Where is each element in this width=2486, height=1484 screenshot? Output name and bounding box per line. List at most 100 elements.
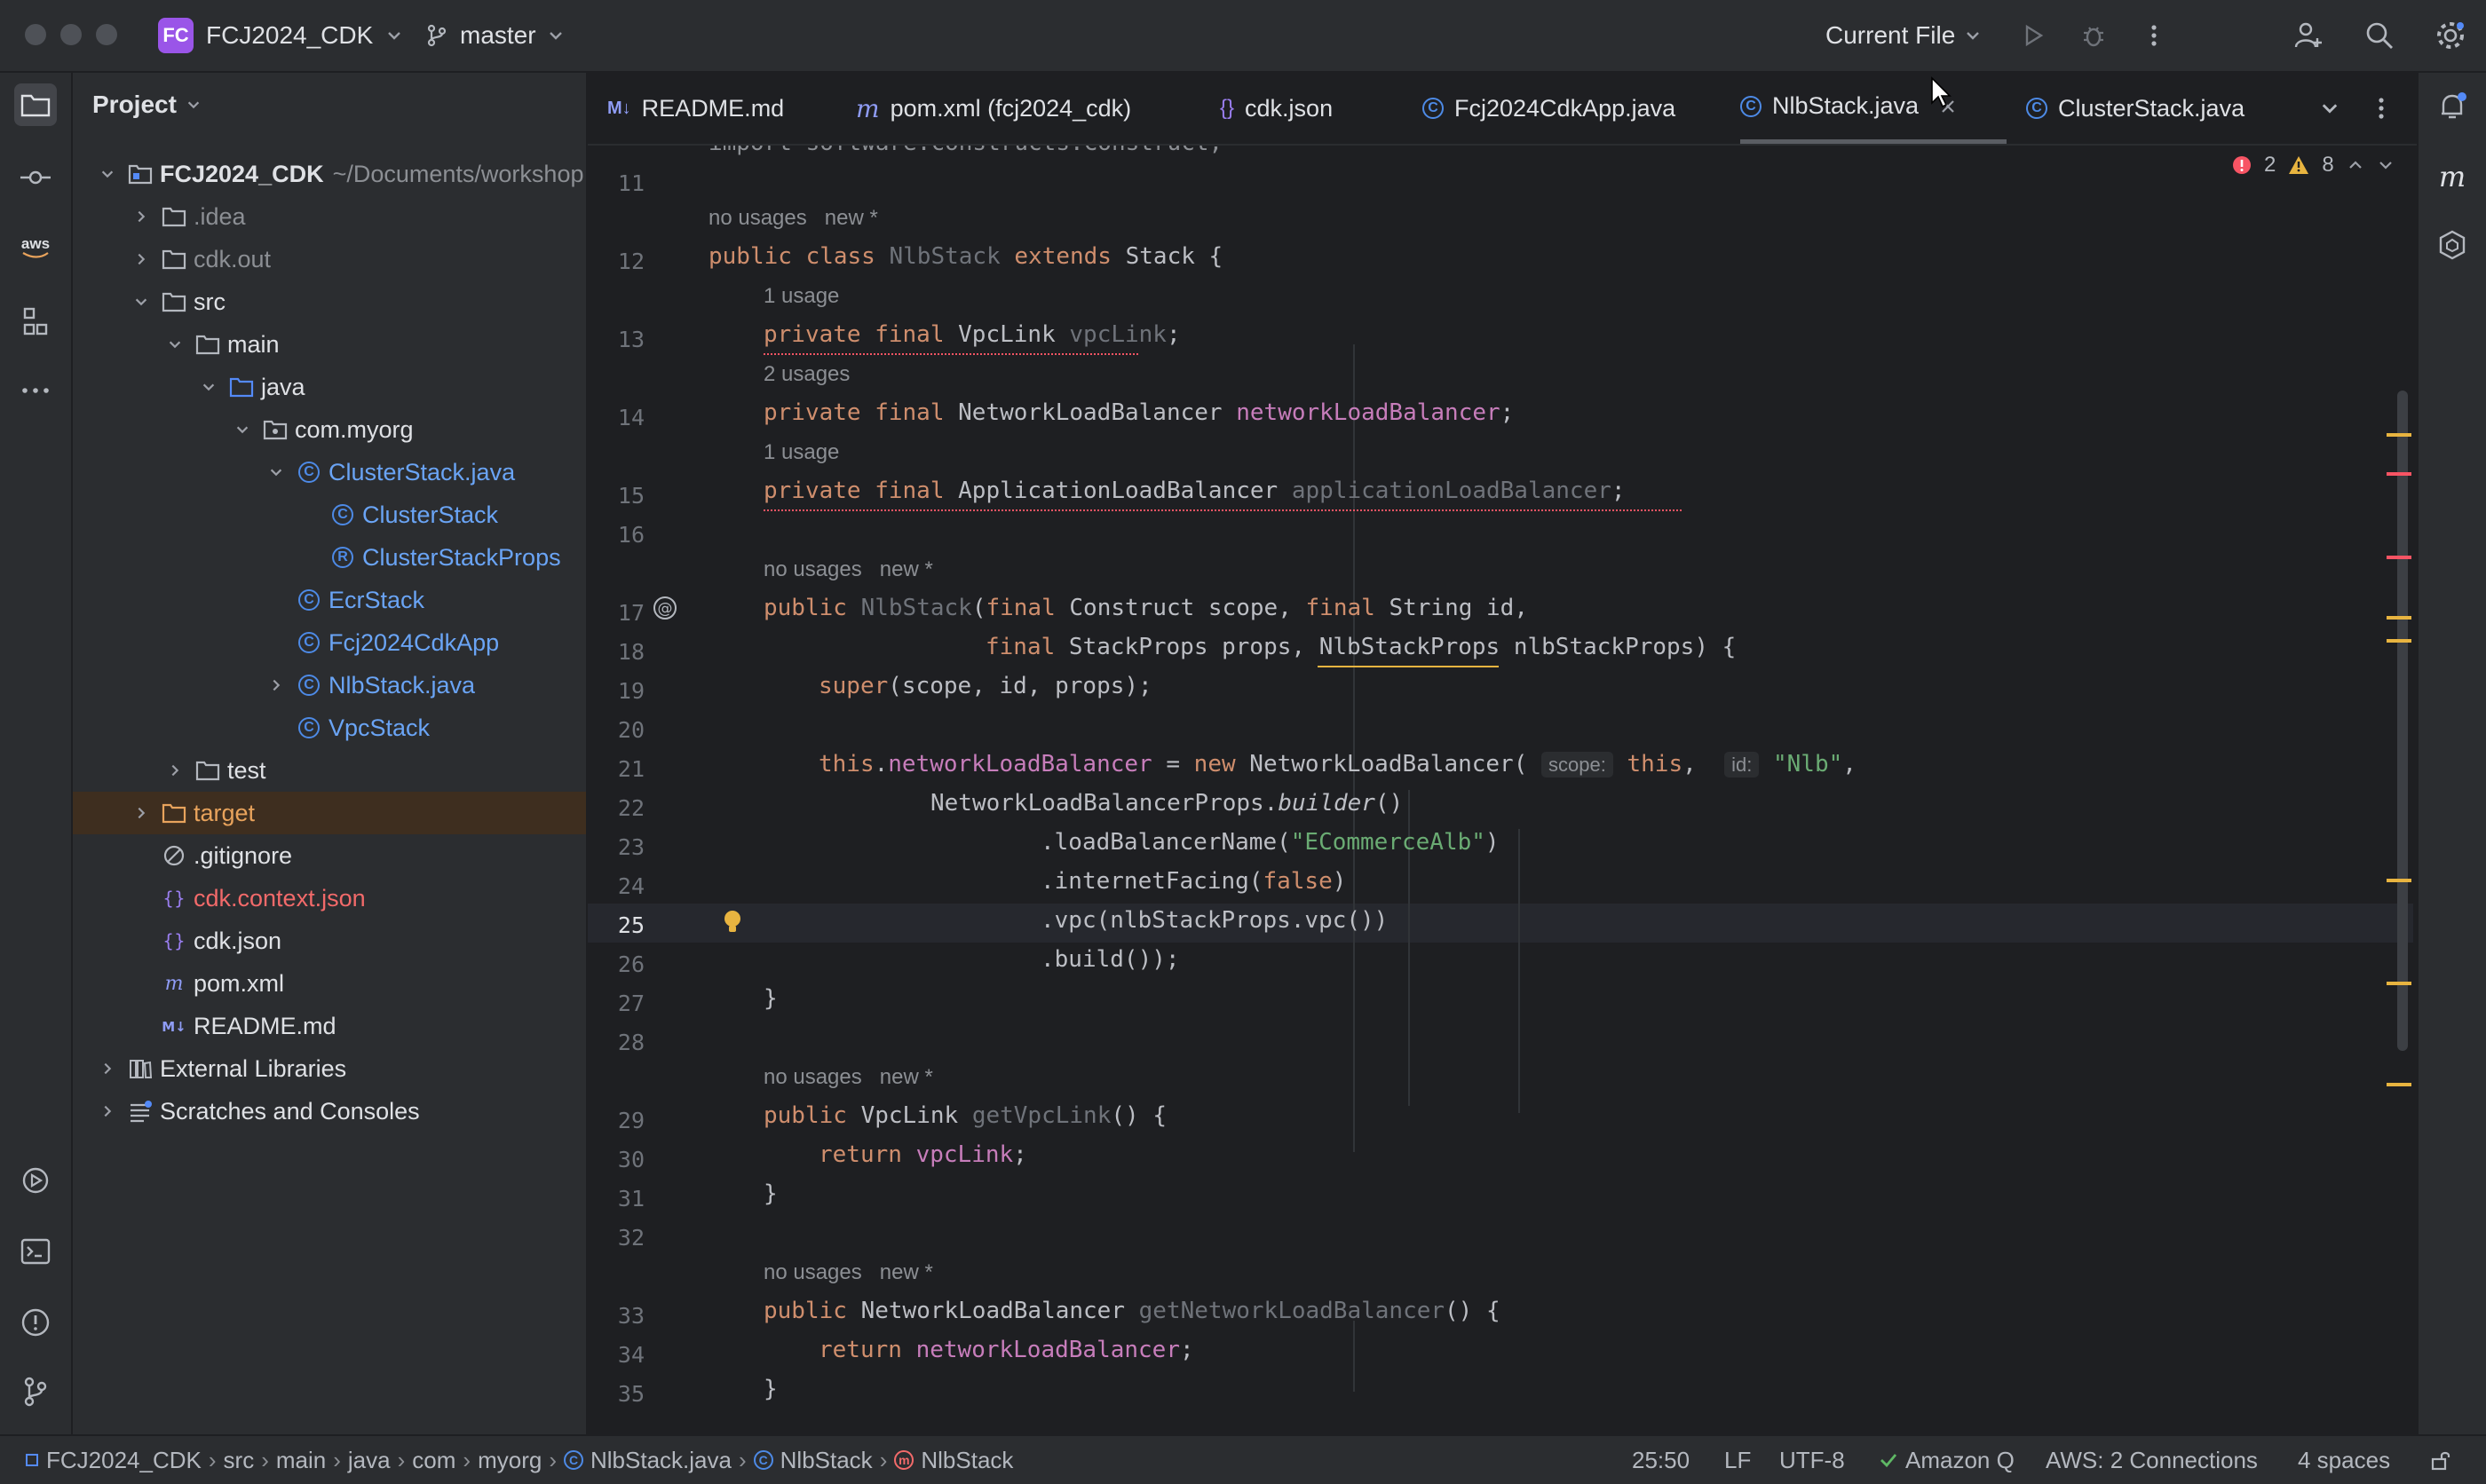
warning-marker[interactable]: [2387, 1083, 2411, 1086]
breadcrumb-item[interactable]: com: [412, 1447, 455, 1474]
project-folder-icon[interactable]: [14, 83, 57, 126]
line-separator[interactable]: LF: [1724, 1436, 1751, 1484]
editor-scrollbar[interactable]: [2397, 391, 2408, 1051]
project-switcher[interactable]: FC FCJ2024_CDK: [158, 18, 403, 53]
tab-list-dropdown[interactable]: [2319, 73, 2340, 144]
vcs-branch-widget[interactable]: master: [424, 18, 565, 53]
file-encoding[interactable]: UTF-8: [1779, 1436, 1845, 1484]
override-gutter-icon[interactable]: @: [652, 595, 678, 621]
more-tool-windows-icon[interactable]: [14, 369, 57, 412]
warning-marker[interactable]: [2387, 982, 2411, 985]
breadcrumb-item[interactable]: NlbStack.java: [590, 1447, 732, 1474]
lightbulb-icon[interactable]: [721, 909, 744, 935]
tree-item-readme-md[interactable]: M↓ README.md: [73, 1005, 586, 1047]
breadcrumb-item[interactable]: java: [348, 1447, 391, 1474]
read-only-lock-icon[interactable]: [2429, 1436, 2452, 1484]
search-icon[interactable]: [2362, 18, 2397, 53]
warning-marker[interactable]: [2387, 616, 2411, 620]
usages-hint[interactable]: no usages new *: [709, 206, 878, 231]
tree-item-scratches-and-consoles[interactable]: Scratches and Consoles: [73, 1090, 586, 1133]
code-editor[interactable]: 2 8 import software.constructs.Construct…: [588, 146, 2417, 1425]
aws-toolkit-icon[interactable]: aws: [14, 225, 57, 268]
services-icon[interactable]: [14, 1159, 57, 1202]
tree-item-vpcstack[interactable]: C VpcStack: [73, 706, 586, 749]
close-window-button[interactable]: [25, 24, 46, 45]
tree-item-fcj2024cdkapp[interactable]: C Fcj2024CdkApp: [73, 621, 586, 664]
maven-icon[interactable]: m: [2431, 156, 2474, 199]
minimize-window-button[interactable]: [60, 24, 82, 45]
tree-item-clusterstackprops[interactable]: R ClusterStackProps: [73, 536, 586, 579]
commit-icon[interactable]: [14, 156, 57, 199]
tree-item-clusterstack[interactable]: C ClusterStack: [73, 493, 586, 536]
warning-marker[interactable]: [2387, 639, 2411, 643]
breadcrumb-item[interactable]: FCJ2024_CDK: [46, 1447, 202, 1474]
breadcrumb-item[interactable]: main: [276, 1447, 326, 1474]
error-marker[interactable]: [2387, 472, 2411, 476]
tab-pom-xml[interactable]: m pom.xml (fcj2024_cdk): [856, 73, 1131, 144]
inspections-widget[interactable]: 2 8: [2232, 153, 2395, 178]
tree-item-idea[interactable]: .idea: [73, 195, 586, 238]
tree-item-src[interactable]: src: [73, 280, 586, 323]
line-number: 28: [617, 1030, 645, 1055]
tree-item-gitignore[interactable]: .gitignore: [73, 834, 586, 877]
project-view-selector[interactable]: Project: [92, 91, 202, 119]
tree-item-nlbstack-java[interactable]: C NlbStack.java: [73, 664, 586, 706]
tree-item-target[interactable]: target: [73, 792, 586, 834]
tree-item-pom-xml[interactable]: m pom.xml: [73, 962, 586, 1005]
tree-root-fcj2024-cdk[interactable]: FCJ2024_CDK ~/Documents/workshop: [73, 153, 586, 195]
debug-icon[interactable]: [2076, 18, 2111, 53]
tree-item-cdk-out[interactable]: cdk.out: [73, 238, 586, 280]
tree-item-ecrstack[interactable]: C EcrStack: [73, 579, 586, 621]
tree-item-label: ClusterStack.java: [329, 458, 516, 485]
amazon-q-status[interactable]: Amazon Q: [1879, 1436, 2015, 1484]
maximize-window-button[interactable]: [96, 24, 117, 45]
error-marker[interactable]: [2387, 556, 2411, 559]
tree-item-clusterstack-java[interactable]: C ClusterStack.java: [73, 451, 586, 493]
aws-q-icon[interactable]: [2431, 224, 2474, 266]
usages-hint[interactable]: 2 usages: [764, 362, 850, 387]
usages-hint[interactable]: no usages new *: [764, 1065, 933, 1090]
git-icon[interactable]: [14, 1370, 57, 1413]
breadcrumb-item[interactable]: NlbStack: [780, 1447, 873, 1474]
chevron-up-icon[interactable]: [2347, 156, 2364, 174]
more-actions-icon[interactable]: [2136, 18, 2172, 53]
warning-marker[interactable]: [2387, 433, 2411, 437]
add-user-icon[interactable]: [2291, 18, 2326, 53]
tab-more-icon[interactable]: [2372, 73, 2390, 144]
aws-connections[interactable]: AWS: 2 Connections: [2046, 1436, 2258, 1484]
tree-item-cdk-context-json[interactable]: {} cdk.context.json: [73, 877, 586, 920]
problems-icon[interactable]: [14, 1301, 57, 1344]
line-number: 22: [617, 795, 645, 821]
tree-item-external-libraries[interactable]: External Libraries: [73, 1047, 586, 1090]
tab-clusterstack-java[interactable]: C ClusterStack.java: [2026, 73, 2245, 144]
tree-item-cdk-json[interactable]: {} cdk.json: [73, 920, 586, 962]
terminal-icon[interactable]: [14, 1230, 57, 1273]
breadcrumb-item[interactable]: src: [224, 1447, 255, 1474]
usages-hint[interactable]: no usages new *: [764, 557, 933, 582]
chevron-down-icon[interactable]: [2377, 156, 2395, 174]
structure-icon[interactable]: [14, 300, 57, 343]
run-configuration-selector[interactable]: Current File: [1825, 18, 1982, 53]
usages-hint[interactable]: 1 usage: [764, 284, 839, 309]
tab-cdk-json[interactable]: {} cdk.json: [1220, 73, 1333, 144]
tab-fcj2024cdkapp-java[interactable]: C Fcj2024CdkApp.java: [1422, 73, 1675, 144]
tree-item-main[interactable]: main: [73, 323, 586, 366]
usages-hint[interactable]: no usages new *: [764, 1260, 933, 1285]
tab-readme-md[interactable]: M↓ README.md: [607, 73, 784, 144]
caret-position[interactable]: 25:50: [1632, 1436, 1690, 1484]
tree-item-test[interactable]: test: [73, 749, 586, 792]
project-badge: FC: [158, 18, 194, 53]
tree-item-java[interactable]: java: [73, 366, 586, 408]
tab-nlbstack-java[interactable]: C NlbStack.java: [1740, 73, 2007, 144]
indent-setting[interactable]: 4 spaces: [2298, 1436, 2390, 1484]
method-icon: m: [894, 1450, 914, 1470]
line-number: 23: [617, 834, 645, 860]
warning-marker[interactable]: [2387, 879, 2411, 882]
settings-gear-icon[interactable]: [2433, 18, 2468, 53]
notifications-bell-icon[interactable]: [2431, 85, 2474, 128]
run-icon[interactable]: [2015, 18, 2051, 53]
tree-item-com-myorg[interactable]: com.myorg: [73, 408, 586, 451]
usages-hint[interactable]: 1 usage: [764, 440, 839, 465]
breadcrumb-item[interactable]: myorg: [478, 1447, 542, 1474]
breadcrumb-item[interactable]: NlbStack: [921, 1447, 1013, 1474]
